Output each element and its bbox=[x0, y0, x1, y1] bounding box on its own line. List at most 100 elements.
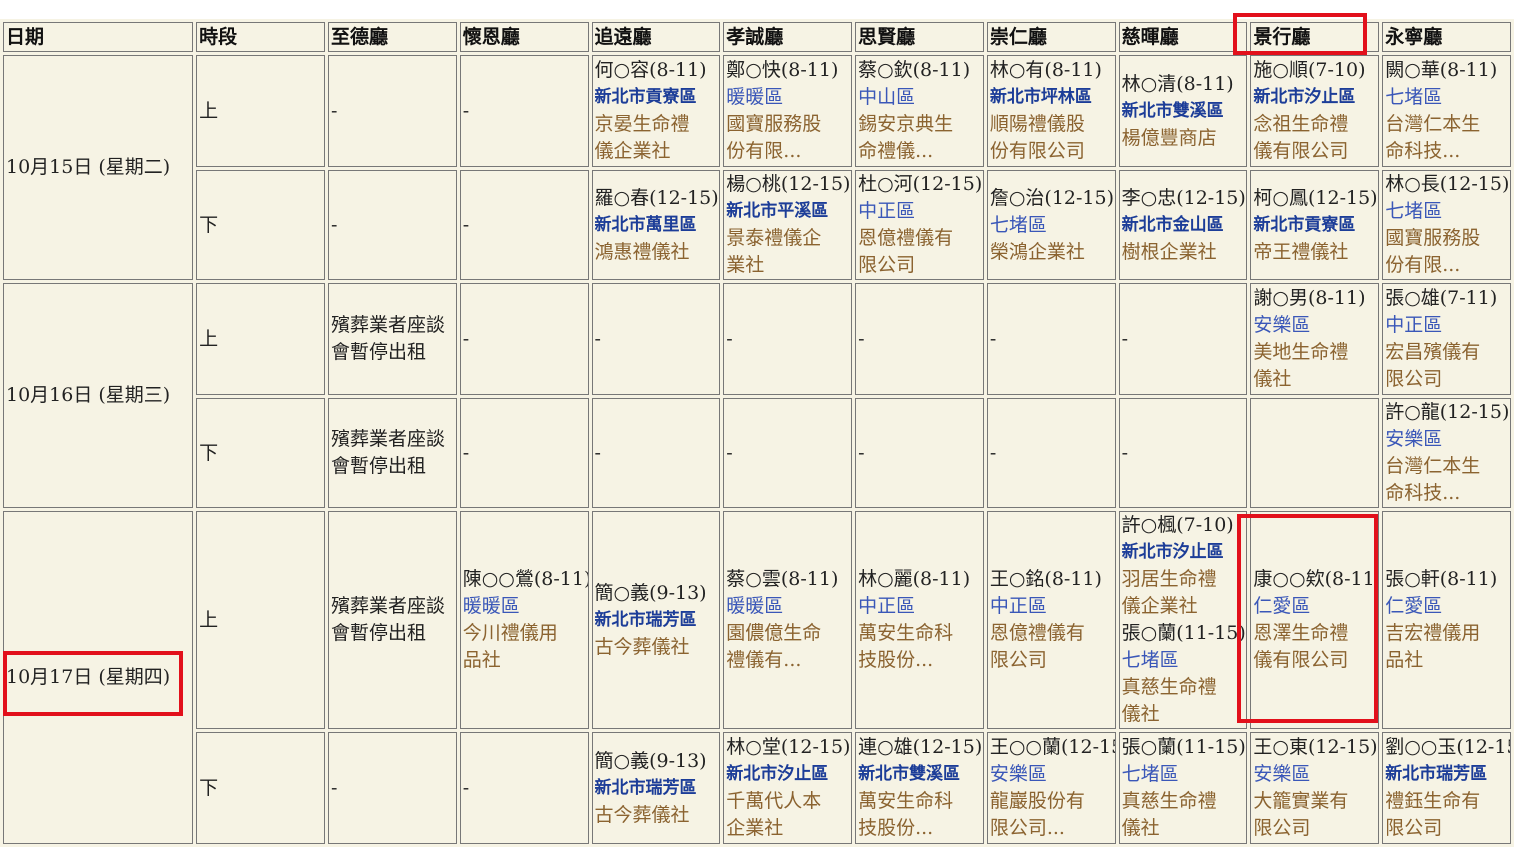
booking-name: 王○○蘭(12-15) bbox=[989, 736, 1115, 758]
hall-cell[interactable]: 劉○○玉(12-15) 新北市瑞芳區禮鈺生命有限公司 bbox=[1382, 732, 1511, 844]
booking-company-line: 禮鈺生命有 bbox=[1385, 790, 1481, 812]
hall-cell: - bbox=[459, 283, 589, 395]
hall-cell[interactable]: 鄭○快(8-11) 暖暖區 國寶服務股 份有限... bbox=[723, 55, 853, 167]
time-slot-cell: 下 bbox=[196, 170, 325, 280]
cell-text: - bbox=[726, 327, 733, 350]
booking-district: 新北市坪林區 bbox=[989, 87, 1092, 107]
booking-company-line: 恩澤生命禮 bbox=[1253, 622, 1349, 644]
date-cell: 10月16日 (星期三) bbox=[3, 283, 194, 508]
header-slot: 時段 bbox=[196, 22, 325, 52]
hall-cell[interactable]: 王○東(12-15) 安樂區 大籠實業有 限公司 bbox=[1250, 732, 1380, 844]
hall-cell: - bbox=[459, 170, 589, 280]
booking-name: 李○忠(12-15) bbox=[1121, 186, 1246, 209]
header-hall-huaien: 懷恩廳 bbox=[459, 22, 589, 52]
cell-text: - bbox=[858, 327, 865, 350]
hall-cell[interactable]: 林○堂(12-15) 新北市汐止區 千萬代人本 企業社 bbox=[723, 732, 853, 844]
hall-cell[interactable]: 張○軒(8-11) 仁愛區 吉宏禮儀用 品社 bbox=[1382, 511, 1511, 729]
hall-cell[interactable]: 蔡○雲(8-11) 暖暖區 園儂億生命 禮儀有... bbox=[723, 511, 853, 729]
time-slot-cell: 上 bbox=[196, 283, 325, 395]
hall-cell[interactable]: 杜○河(12-15) 中正區 恩億禮儀有 限公司 bbox=[855, 170, 984, 280]
header-row: 日期 時段 至德廳 懷恩廳 追遠廳 孝誠廳 思賢廳 崇仁廳 慈暉廳 景行廳 永寧… bbox=[3, 22, 1511, 52]
cell-notice-line: 殯葬業者座談 bbox=[330, 428, 445, 450]
hall-cell[interactable]: 林○麗(8-11) 中正區 萬安生命科 技股份... bbox=[855, 511, 984, 729]
hall-cell[interactable]: 簡○義(9-13) 新北市瑞芳區 古今葬儀社 bbox=[591, 732, 721, 844]
hall-cell[interactable]: 林○有(8-11) 新北市坪林區 順陽禮儀股 份有限公司 bbox=[986, 55, 1116, 167]
hall-cell: - bbox=[986, 283, 1116, 395]
booking-company-line: 羽居生命禮 bbox=[1121, 568, 1217, 590]
header-hall-sixian: 思賢廳 bbox=[855, 22, 984, 52]
hall-schedule-table: 日期 時段 至德廳 懷恩廳 追遠廳 孝誠廳 思賢廳 崇仁廳 慈暉廳 景行廳 永寧… bbox=[0, 19, 1514, 847]
booking-company-line: 品社 bbox=[1385, 649, 1424, 671]
hall-cell: - bbox=[327, 55, 457, 167]
booking-company-line: 國寶服務股 bbox=[726, 113, 822, 135]
booking-company-line: 品社 bbox=[462, 649, 501, 671]
booking-company-line: 台灣仁本生 bbox=[1385, 113, 1481, 135]
booking-company-line: 千萬代人本 bbox=[726, 790, 822, 812]
hall-cell[interactable]: 林○長(12-15) 七堵區 國寶服務股 份有限... bbox=[1382, 170, 1511, 280]
hall-cell[interactable]: 連○雄(12-15) 新北市雙溪區 萬安生命科 技股份... bbox=[855, 732, 984, 844]
booking-company-line: 景泰禮儀企 bbox=[726, 227, 822, 249]
booking-name: 林○長(12-15) bbox=[1385, 173, 1510, 195]
hall-cell: - bbox=[459, 398, 589, 508]
time-slot-cell: 下 bbox=[196, 732, 325, 844]
hall-cell[interactable]: 何○容(8-11) 新北市貢寮區 京晏生命禮 儀企業社 bbox=[591, 55, 721, 167]
hall-cell: - bbox=[986, 398, 1116, 508]
hall-cell: - bbox=[723, 398, 853, 508]
hall-cell: - bbox=[1118, 398, 1248, 508]
hall-cell[interactable]: 康○○欸(8-11) 仁愛區 恩澤生命禮 儀有限公司 bbox=[1250, 511, 1380, 729]
booking-name: 許○楓(7-10) bbox=[1121, 514, 1234, 536]
hall-cell: - bbox=[855, 283, 984, 395]
booking-company-line: 樹根企業社 bbox=[1121, 240, 1217, 263]
hall-cell[interactable]: 陳○○鶯(8-11) 暖暖區 今川禮儀用 品社 bbox=[459, 511, 589, 729]
booking-district: 仁愛區 bbox=[1253, 595, 1311, 617]
cell-text: - bbox=[989, 327, 997, 350]
booking-company-line: 美地生命禮 bbox=[1253, 341, 1349, 363]
hall-cell[interactable]: 張○蘭(11-15) 七堵區 真慈生命禮 儀社 bbox=[1118, 732, 1248, 844]
hall-cell[interactable]: 楊○桃(12-15) 新北市平溪區 景泰禮儀企 業社 bbox=[723, 170, 853, 280]
hall-cell: 殯葬業者座談 會暫停出租 bbox=[327, 283, 457, 395]
hall-cell[interactable]: 柯○鳳(12-15) 新北市貢寮區 帝王禮儀社 bbox=[1250, 170, 1380, 280]
booking-name: 簡○義(9-13) bbox=[594, 749, 707, 772]
header-hall-xiaocheng: 孝誠廳 bbox=[723, 22, 853, 52]
cell-text: - bbox=[330, 99, 338, 122]
cell-notice-line: 殯葬業者座談 bbox=[330, 595, 445, 617]
booking-name: 施○順(7-10) bbox=[1253, 59, 1366, 81]
hall-cell[interactable]: 詹○治(12-15) 七堵區 榮鴻企業社 bbox=[986, 170, 1116, 280]
booking-name: 連○雄(12-15) bbox=[858, 736, 983, 758]
hall-cell[interactable]: 王○銘(8-11) 中正區 恩億禮儀有 限公司 bbox=[986, 511, 1116, 729]
hall-cell[interactable]: 許○楓(7-10) 新北市汐止區 羽居生命禮 儀企業社 張○蘭(11-15) 七堵區 真慈生… bbox=[1118, 511, 1248, 729]
booking-district: 新北市雙溪區 bbox=[858, 764, 961, 784]
hall-cell[interactable]: 闕○華(8-11) 七堵區 台灣仁本生 命科技... bbox=[1382, 55, 1511, 167]
hall-cell[interactable]: 許○龍(12-15) 安樂區 台灣仁本生 命科技... bbox=[1382, 398, 1511, 508]
cell-text: - bbox=[330, 776, 338, 799]
cell-text: - bbox=[594, 441, 601, 464]
booking-district: 中山區 bbox=[858, 86, 916, 108]
hall-cell[interactable]: 林○清(8-11) 新北市雙溪區 楊億豐商店 bbox=[1118, 55, 1248, 167]
hall-cell[interactable]: 張○雄(7-11) 中正區 宏昌殯儀有 限公司 bbox=[1382, 283, 1511, 395]
hall-cell[interactable]: 施○順(7-10) 新北市汐止區 念祖生命禮 儀有限公司 bbox=[1250, 55, 1380, 167]
booking-district: 中正區 bbox=[1385, 314, 1443, 336]
schedule-row: 下殯葬業者座談 會暫停出租 - - - - - - 許○龍(12-15) 安樂區 台灣仁本生 命科技.… bbox=[3, 398, 1511, 508]
booking-company-line: 龍巖股份有 bbox=[989, 790, 1085, 812]
booking-company-line: 鴻惠禮儀社 bbox=[594, 240, 690, 263]
hall-cell[interactable]: 王○○蘭(12-15) 安樂區龍巖股份有限公司... bbox=[986, 732, 1116, 844]
booking-district: 七堵區 bbox=[1121, 763, 1179, 785]
booking-company-line: 順陽禮儀股 bbox=[989, 113, 1085, 135]
booking-company-line: 大籠實業有 bbox=[1253, 790, 1349, 812]
time-slot-cell: 上 bbox=[196, 511, 325, 729]
hall-cell: - bbox=[327, 170, 457, 280]
booking-district: 七堵區 bbox=[1121, 649, 1179, 671]
booking-district: 仁愛區 bbox=[1385, 595, 1443, 617]
booking-company-line: 萬安生命科 bbox=[858, 790, 954, 812]
cell-notice-line: 會暫停出租 bbox=[330, 341, 426, 363]
hall-cell[interactable]: 蔡○欽(8-11) 中山區 錫安京典生 命禮儀... bbox=[855, 55, 984, 167]
booking-name: 許○龍(12-15) bbox=[1385, 401, 1510, 423]
hall-cell[interactable]: 李○忠(12-15) 新北市金山區 樹根企業社 bbox=[1118, 170, 1248, 280]
booking-company-line: 園儂億生命 bbox=[726, 622, 822, 644]
hall-cell[interactable]: 謝○男(8-11) 安樂區 美地生命禮 儀社 bbox=[1250, 283, 1380, 395]
booking-name: 張○蘭(11-15) bbox=[1121, 622, 1246, 644]
hall-cell: - bbox=[855, 398, 984, 508]
hall-cell[interactable]: 簡○義(9-13) 新北市瑞芳區 古今葬儀社 bbox=[591, 511, 721, 729]
hall-cell[interactable]: 羅○春(12-15) 新北市萬里區 鴻惠禮儀社 bbox=[591, 170, 721, 280]
booking-name: 闕○華(8-11) bbox=[1385, 59, 1498, 81]
